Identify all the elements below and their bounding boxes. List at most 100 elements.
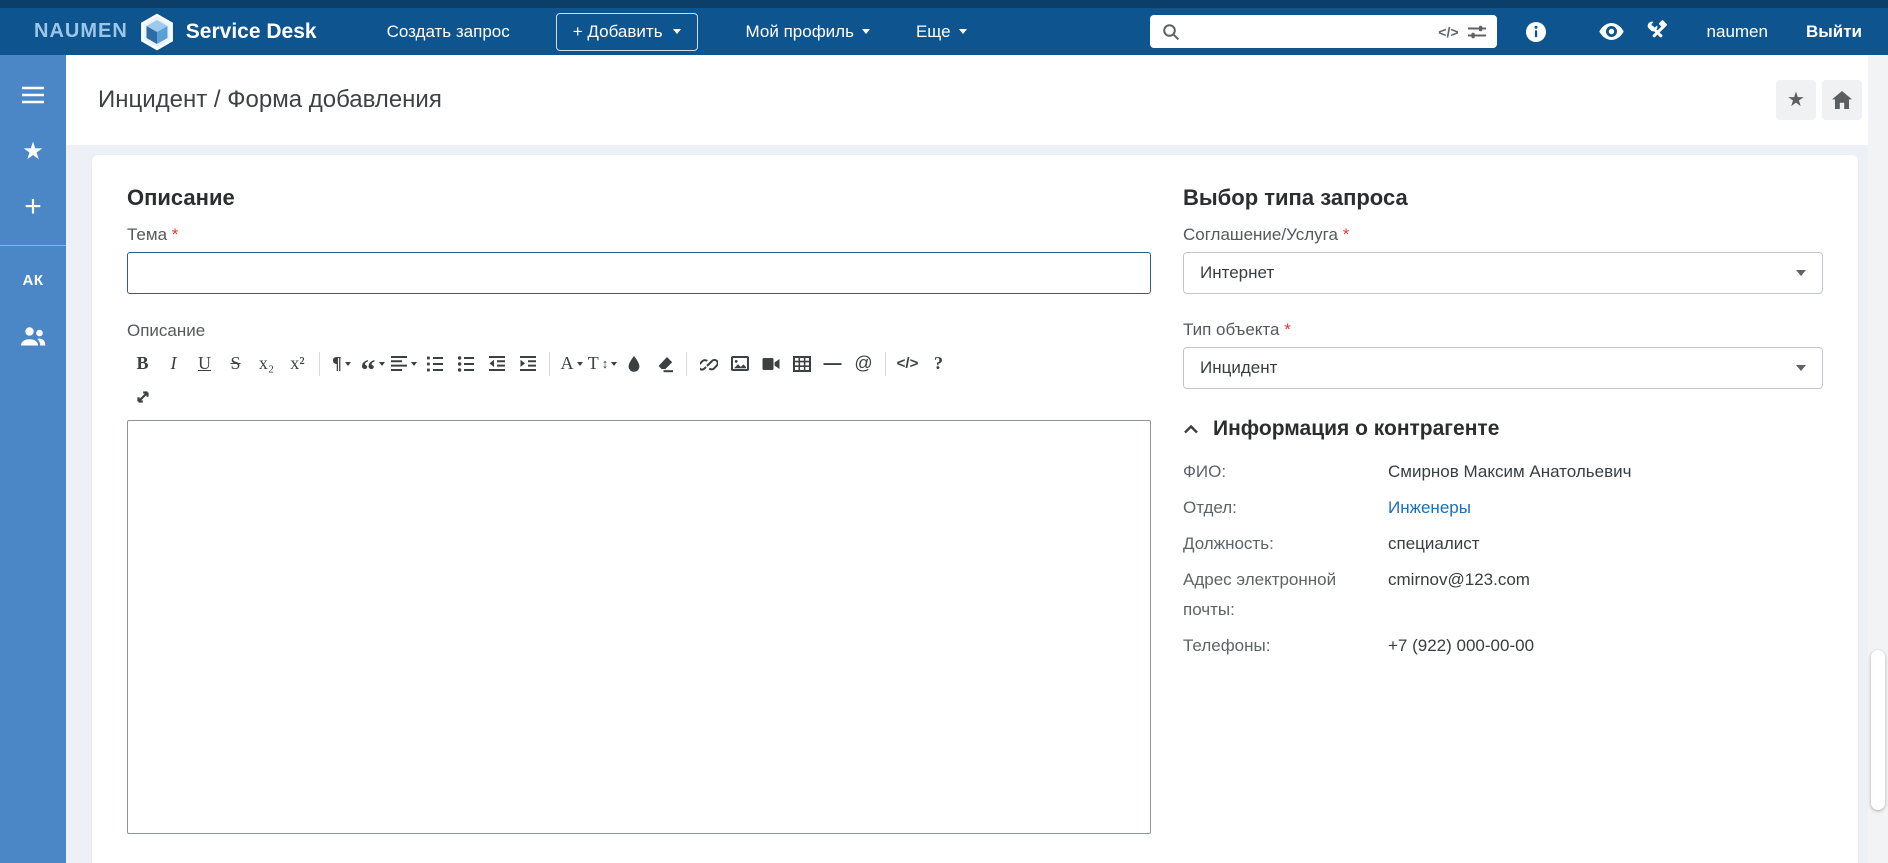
info-icon[interactable]	[1525, 21, 1547, 43]
plus-icon: +	[24, 190, 42, 223]
link-button[interactable]	[693, 348, 724, 379]
star-icon: ★	[22, 137, 44, 165]
department-link[interactable]: Инженеры	[1388, 493, 1471, 523]
info-row-email: Адрес электронной почты: cmirnov@123.com	[1183, 565, 1823, 625]
clear-format-button[interactable]	[649, 348, 680, 379]
admin-tools-icon[interactable]	[1646, 20, 1669, 43]
font-family-button[interactable]: A	[556, 348, 587, 379]
current-username[interactable]: naumen	[1707, 22, 1768, 42]
paragraph-format-button[interactable]: ¶	[326, 348, 357, 379]
strikethrough-button[interactable]: S	[220, 348, 251, 379]
more-menu[interactable]: Еще	[916, 22, 967, 42]
request-type-section-title: Выбор типа запроса	[1183, 185, 1408, 210]
chevron-down-icon	[344, 361, 351, 366]
info-row-position: Должность: специалист	[1183, 529, 1823, 559]
top-stripe	[0, 0, 1888, 8]
sidebar-people-button[interactable]	[0, 316, 66, 356]
logout-button[interactable]: Выйти	[1806, 22, 1862, 42]
chevron-up-icon	[1183, 424, 1199, 434]
page-title: Инцидент / Форма добавления	[98, 86, 442, 113]
info-value: cmirnov@123.com	[1388, 570, 1530, 589]
font-icon: A	[560, 353, 574, 373]
info-value: Смирнов Максим Анатольевич	[1388, 462, 1632, 481]
subscript-button[interactable]: x₂	[251, 348, 282, 379]
home-button[interactable]	[1822, 80, 1862, 120]
mention-button[interactable]: @	[848, 348, 879, 379]
chevron-down-icon	[576, 361, 583, 366]
info-label: Должность:	[1183, 534, 1274, 553]
ordered-list-button[interactable]	[419, 348, 450, 379]
description-editor[interactable]	[127, 420, 1151, 834]
underline-button[interactable]: U	[189, 348, 220, 379]
align-icon	[390, 355, 408, 372]
search-code-icon[interactable]: </>	[1438, 24, 1458, 40]
eye-icon[interactable]	[1598, 23, 1624, 40]
toolbar-separator	[885, 351, 886, 376]
blockquote-button[interactable]: “	[357, 348, 388, 385]
align-button[interactable]	[388, 348, 419, 379]
search-input[interactable]	[1187, 23, 1431, 40]
indent-button[interactable]	[512, 348, 543, 379]
sidebar-menu-button[interactable]	[0, 75, 66, 115]
sidebar-user-initials[interactable]: АК	[0, 260, 66, 300]
object-type-selected-value: Инцидент	[1200, 358, 1278, 377]
scrollbar-track[interactable]	[1868, 55, 1888, 863]
insert-table-button[interactable]	[786, 348, 817, 379]
object-type-field-label: Тип объекта *	[1183, 320, 1291, 339]
insert-image-button[interactable]	[724, 348, 755, 379]
outdent-icon	[488, 355, 506, 372]
required-asterisk: *	[171, 225, 179, 244]
outdent-button[interactable]	[481, 348, 512, 379]
people-icon	[20, 326, 46, 346]
object-type-select[interactable]: Инцидент	[1183, 347, 1823, 389]
more-label: Еще	[915, 21, 951, 41]
video-icon	[762, 357, 780, 371]
chevron-down-icon	[1796, 270, 1806, 276]
brand-logo[interactable]: NAUMEN Service Desk	[34, 13, 317, 51]
subject-input[interactable]	[127, 252, 1151, 294]
help-button[interactable]: ?	[923, 348, 954, 379]
contractor-section-toggle[interactable]: Информация о контрагенте	[1183, 417, 1823, 441]
my-profile-menu[interactable]: Мой профиль	[746, 22, 870, 42]
hamburger-icon	[22, 86, 44, 104]
incident-form-card: Описание Тема * Описание B I U S x₂ x² ¶	[92, 155, 1858, 863]
create-request-link[interactable]: Создать запрос	[387, 22, 510, 42]
sidebar-favorites-button[interactable]: ★	[0, 131, 66, 171]
global-search[interactable]: </>	[1149, 15, 1497, 48]
add-button[interactable]: + Добавить	[555, 12, 698, 51]
star-icon: ★	[1787, 89, 1805, 111]
link-icon	[699, 355, 718, 373]
add-button-label: + Добавить	[572, 21, 663, 41]
ordered-list-icon	[426, 355, 444, 373]
chevron-down-icon	[378, 361, 385, 366]
search-filter-icon[interactable]	[1467, 23, 1487, 41]
expand-editor-button[interactable]	[127, 381, 158, 412]
agreement-select[interactable]: Интернет	[1183, 252, 1823, 294]
bold-button[interactable]: B	[127, 348, 158, 379]
info-label: Адрес электронной почты:	[1183, 570, 1337, 619]
droplet-icon	[626, 355, 642, 373]
superscript-button[interactable]: x²	[282, 348, 313, 379]
text-color-button[interactable]	[618, 348, 649, 379]
font-size-icon: T	[587, 353, 599, 373]
sidebar-add-button[interactable]: +	[0, 187, 66, 227]
italic-button[interactable]: I	[158, 348, 189, 379]
user-initials-badge: АК	[22, 271, 44, 289]
horizontal-rule-button[interactable]: —	[817, 348, 848, 379]
scrollbar-thumb[interactable]	[1871, 650, 1885, 810]
agreement-field-label: Соглашение/Услуга *	[1183, 225, 1350, 244]
richtext-toolbar-row2	[127, 381, 1151, 412]
toolbar-separator	[549, 351, 550, 376]
code-view-button[interactable]: </>	[892, 348, 923, 379]
info-label: Отдел:	[1183, 498, 1237, 517]
contractor-section-title: Информация о контрагенте	[1213, 417, 1500, 440]
favorite-page-button[interactable]: ★	[1776, 80, 1816, 120]
title-bar: Инцидент / Форма добавления ★	[66, 55, 1888, 145]
chevron-down-icon	[611, 361, 618, 366]
insert-video-button[interactable]	[755, 348, 786, 379]
agreement-selected-value: Интернет	[1200, 263, 1275, 282]
bullet-list-button[interactable]	[450, 348, 481, 379]
table-icon	[792, 355, 811, 372]
font-size-button[interactable]: T ↕	[587, 348, 618, 379]
home-icon	[1832, 91, 1852, 109]
